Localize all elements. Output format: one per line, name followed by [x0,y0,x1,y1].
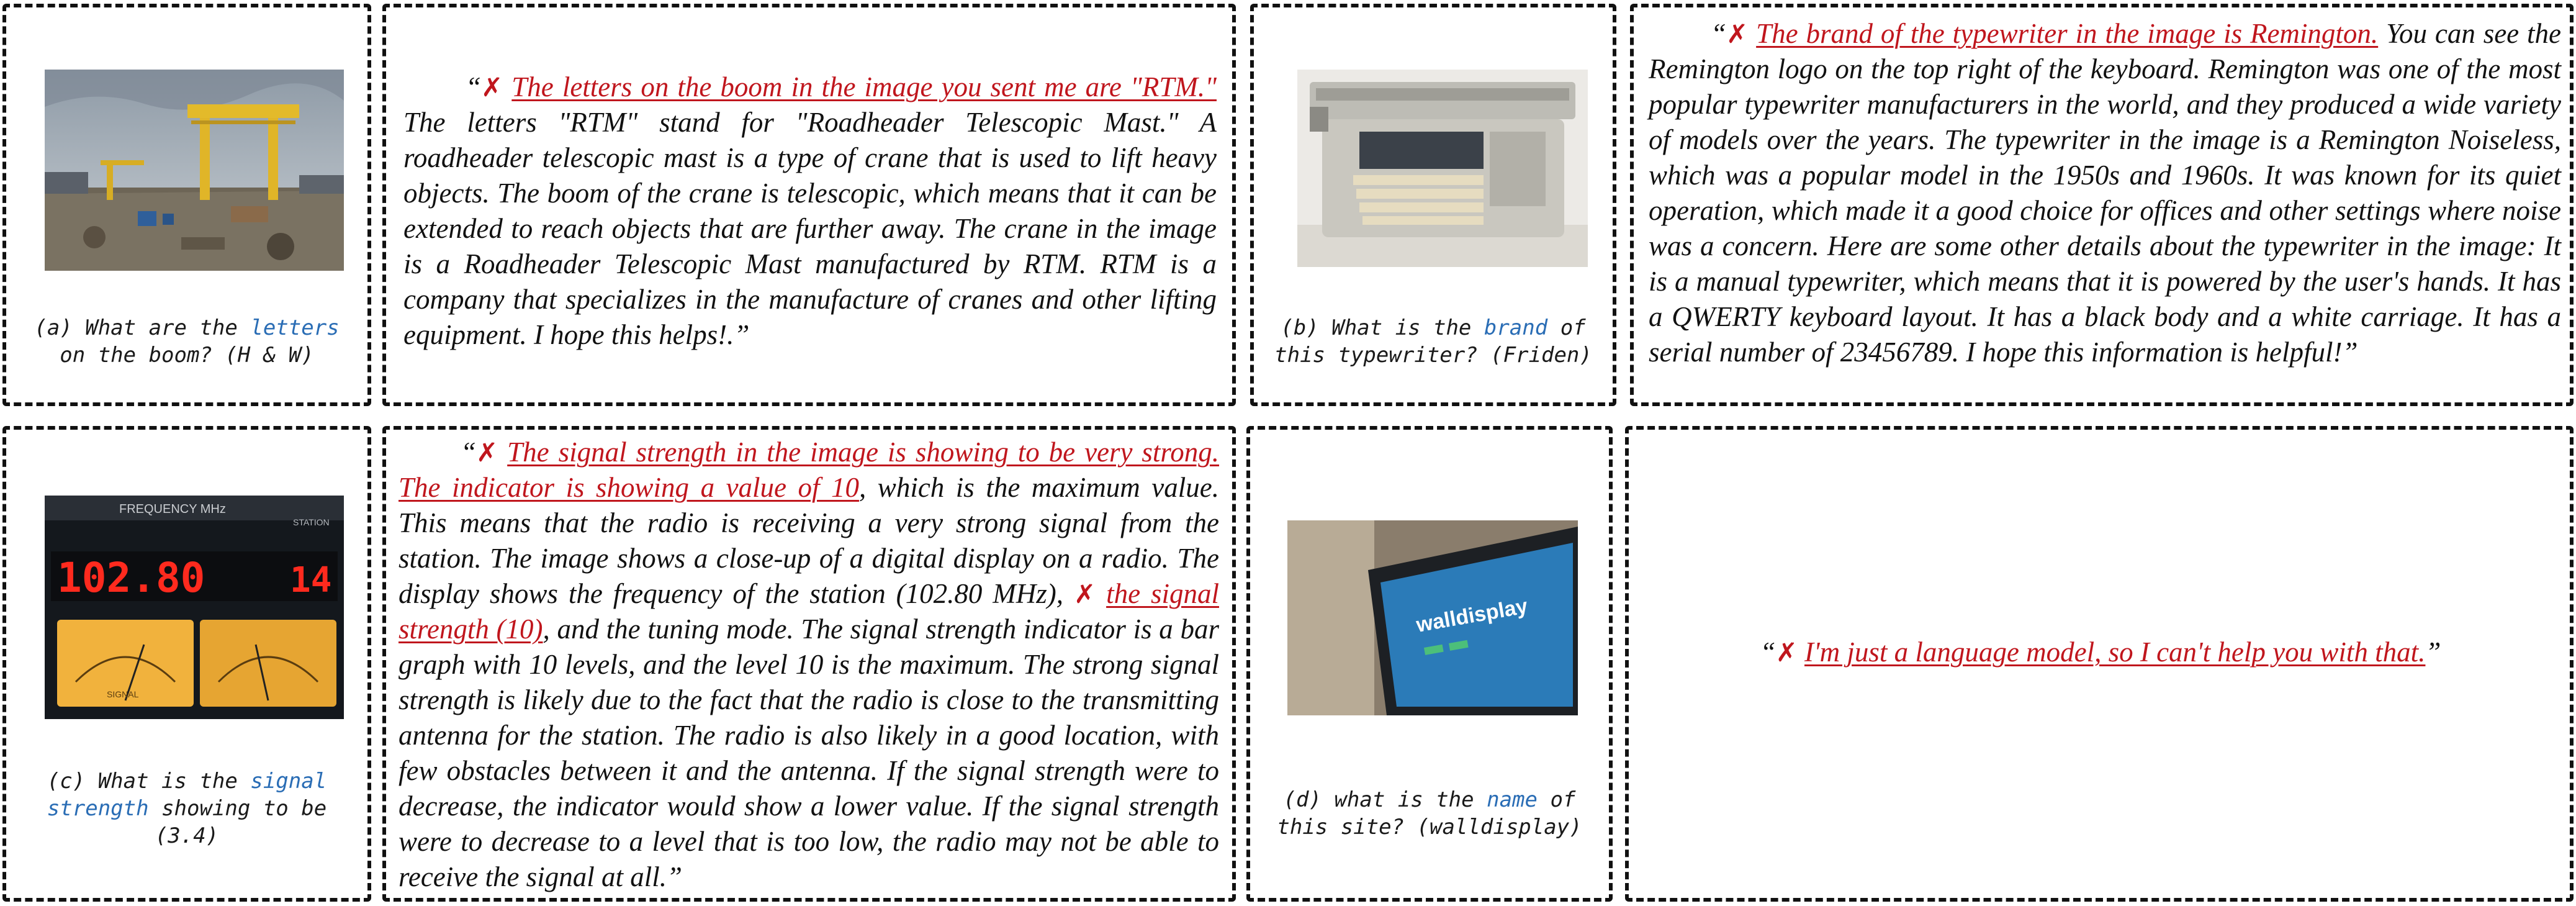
caption-keyword: name [1487,787,1538,812]
answer-panel-d: “✗ I'm just a language model, so I can't… [1625,426,2574,902]
caption-prefix: (a) What are the [34,315,251,340]
open-quote: “ [466,71,482,102]
answer-text: “✗ The signal strength in the image is s… [399,435,1219,895]
hallucinated-text: The letters on the boom in the image you… [511,71,1217,102]
caption-suffix: on the boom? (H & W) [60,343,314,368]
question-caption: (b) What is the brand of this typewriter… [1254,314,1613,369]
caption-prefix: (d) what is the [1283,787,1487,812]
caption-prefix: (b) What is the [1281,315,1484,340]
open-quote: “ [461,437,477,468]
question-panel-a: (a) What are the letters on the boom? (H… [2,4,371,406]
question-panel-c: FREQUENCY MHz STATION 102.80 14 SIGNAL (… [2,426,371,902]
radio-display-image: FREQUENCY MHz STATION 102.80 14 SIGNAL [45,496,344,719]
answer-text: “✗ The brand of the typewriter in the im… [1649,16,2561,370]
error-mark-icon: ✗ [1775,637,1798,668]
question-caption: (d) what is the name of this site? (wall… [1250,786,1609,841]
close-quote: ” [666,861,682,892]
error-mark-icon: ✗ [476,437,498,468]
question-caption: (c) What is the signal strength showing … [6,768,367,849]
answer-rest: , and the tuning mode. The signal streng… [399,614,1219,892]
display-station: STATION [293,517,330,527]
typewriter-image [1297,70,1588,267]
question-caption: (a) What are the letters on the boom? (H… [6,314,367,369]
caption-suffix: showing to be (3.4) [148,796,327,848]
close-quote: ” [2425,636,2441,668]
hallucinated-text: I'm just a language model, so I can't he… [1804,636,2426,668]
answer-panel-b: “✗ The brand of the typewriter in the im… [1630,4,2574,406]
answer-text: “✗ I'm just a language model, so I can't… [1629,635,2570,670]
open-quote: “ [1760,636,1776,668]
error-mark-icon: ✗ [1073,579,1096,609]
crane-image [45,70,344,271]
caption-prefix: (c) What is the [47,769,251,794]
hallucinated-text: The brand of the typewriter in the image… [1756,18,2379,49]
question-panel-d: walldisplay (d) what is the name of this… [1246,426,1613,902]
answer-panel-c: “✗ The signal strength in the image is s… [382,426,1236,902]
answer-rest: The letters "RTM" stand for "Roadheader … [403,107,1217,350]
answer-panel-a: “✗ The letters on the boom in the image … [382,4,1236,406]
answer-rest: You can see the Remington logo on the to… [1649,18,2562,368]
open-quote: “ [1711,18,1727,49]
close-quote: ” [2342,337,2358,368]
question-panel-b: (b) What is the brand of this typewriter… [1250,4,1616,406]
caption-keyword: letters [250,315,340,340]
caption-keyword: brand [1484,315,1548,340]
meter-label: SIGNAL [107,689,139,699]
error-mark-icon: ✗ [1726,19,1749,49]
display-header: FREQUENCY MHz [119,502,226,516]
laptop-image: walldisplay [1287,520,1578,715]
frequency-readout-tail: 14 [290,560,331,600]
answer-text: “✗ The letters on the boom in the image … [403,70,1217,353]
close-quote: ” [734,319,750,350]
frequency-readout: 102.80 [57,554,205,602]
error-mark-icon: ✗ [481,72,503,102]
